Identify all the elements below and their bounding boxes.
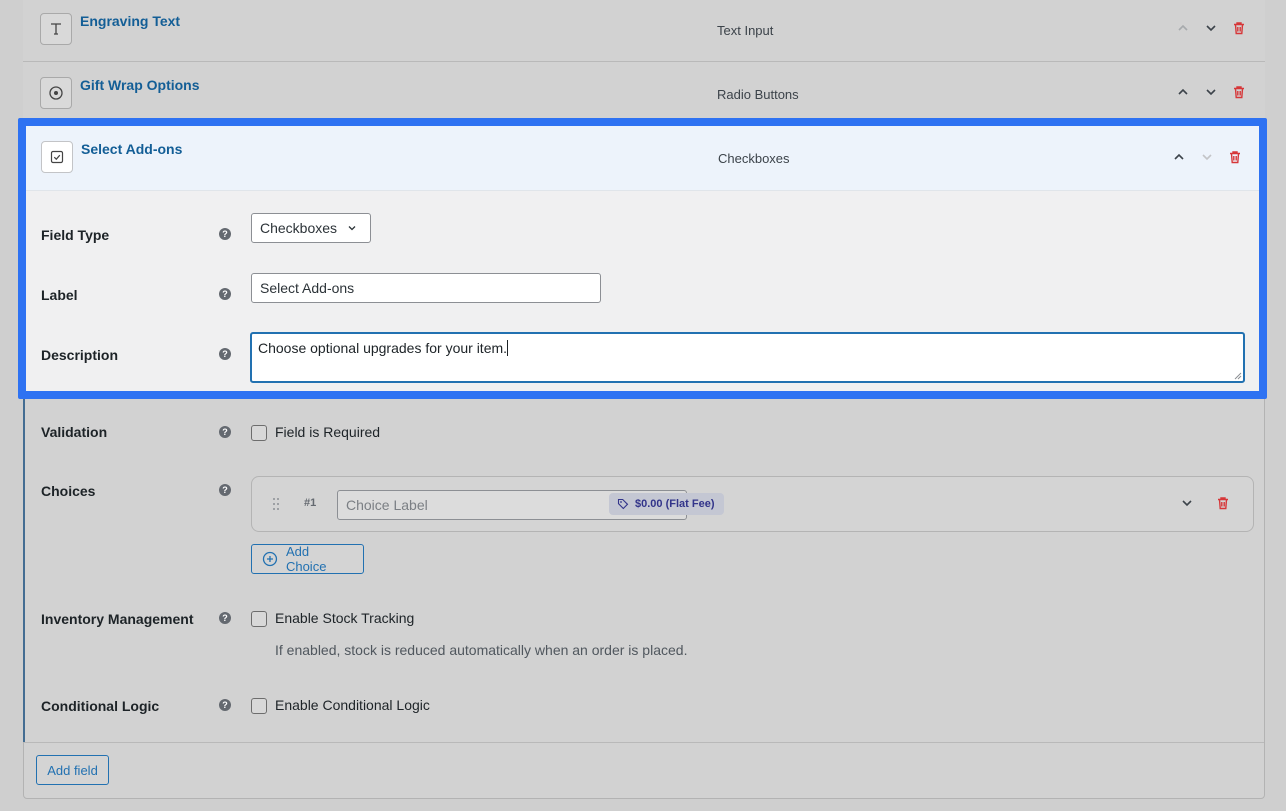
stock-tracking-label[interactable]: Enable Stock Tracking (275, 610, 414, 626)
choice-number: #1 (304, 497, 317, 509)
drag-handle-icon[interactable] (272, 497, 280, 511)
choice-item: #1 Choice Label $0.00 (Flat Fee) (251, 476, 1254, 532)
add-choice-label: Add Choice (285, 544, 327, 574)
field-type-select-value: Checkboxes (260, 220, 338, 236)
active-field-header[interactable]: Select Add-ons Checkboxes (26, 126, 1259, 191)
inventory-label: Inventory Management (41, 611, 194, 627)
description-label: Description (41, 347, 119, 363)
tag-icon (617, 498, 629, 510)
active-field-editor: Select Add-ons Checkboxes Field Type ? C… (18, 118, 1267, 399)
checkbox-icon (41, 141, 73, 173)
field-row-gift-wrap-options[interactable]: Gift Wrap Options Radio Buttons (23, 62, 1265, 126)
label-input[interactable]: Select Add-ons (251, 273, 601, 303)
help-icon[interactable]: ? (219, 612, 231, 624)
text-icon (40, 13, 72, 45)
delete-icon[interactable] (1227, 149, 1243, 165)
help-icon[interactable]: ? (219, 484, 231, 496)
price-badge-text: $0.00 (Flat Fee) (635, 498, 715, 510)
stock-tracking-checkbox[interactable] (251, 611, 267, 627)
choices-label: Choices (41, 483, 96, 499)
field-type-text: Text Input (717, 23, 774, 38)
conditional-logic-toggle-label[interactable]: Enable Conditional Logic (275, 697, 430, 713)
add-field-button[interactable]: Add field (36, 755, 109, 785)
chevron-down-icon (348, 226, 356, 231)
description-textarea[interactable]: Choose optional upgrades for your item. (250, 332, 1245, 383)
delete-icon[interactable] (1231, 84, 1247, 100)
field-type-select[interactable]: Checkboxes (251, 213, 371, 243)
field-title[interactable]: Select Add-ons (81, 141, 182, 157)
description-value: Choose optional upgrades for your item. (258, 340, 508, 356)
radio-icon (40, 77, 72, 109)
footer-bar (24, 742, 1264, 798)
row-actions (1175, 84, 1247, 100)
choice-label-placeholder: Choice Label (346, 497, 428, 513)
help-icon[interactable]: ? (219, 348, 231, 360)
row-actions (1175, 20, 1247, 36)
field-type-text: Checkboxes (718, 151, 790, 166)
help-icon[interactable]: ? (219, 699, 231, 711)
plus-circle-icon (262, 551, 278, 567)
help-icon[interactable]: ? (219, 288, 231, 300)
field-type-label: Field Type (41, 227, 110, 243)
move-up-icon[interactable] (1175, 20, 1191, 36)
required-checkbox[interactable] (251, 425, 267, 441)
text-caret (507, 340, 509, 356)
stock-help-text: If enabled, stock is reduced automatical… (275, 642, 688, 658)
price-badge[interactable]: $0.00 (Flat Fee) (609, 493, 725, 515)
conditional-logic-label: Conditional Logic (41, 698, 160, 714)
label-input-value: Select Add-ons (260, 280, 355, 296)
required-label[interactable]: Field is Required (275, 424, 380, 440)
move-down-icon[interactable] (1203, 84, 1219, 100)
field-row-engraving-text[interactable]: Engraving Text Text Input (23, 0, 1265, 62)
add-field-label: Add field (47, 762, 98, 778)
help-icon[interactable]: ? (219, 228, 231, 240)
delete-icon[interactable] (1231, 20, 1247, 36)
move-up-icon[interactable] (1175, 84, 1191, 100)
expand-chevron-icon[interactable] (1179, 495, 1195, 511)
choice-actions (1179, 495, 1231, 511)
resize-grip-icon[interactable] (1234, 372, 1242, 380)
move-up-icon[interactable] (1171, 149, 1187, 165)
field-type-text: Radio Buttons (717, 87, 799, 102)
help-icon[interactable]: ? (219, 426, 231, 438)
move-down-icon[interactable] (1199, 149, 1215, 165)
label-label: Label (41, 287, 78, 303)
row-actions (1171, 149, 1243, 165)
add-choice-button[interactable]: Add Choice (251, 544, 364, 574)
field-title[interactable]: Gift Wrap Options (80, 77, 200, 93)
field-title[interactable]: Engraving Text (80, 13, 180, 29)
conditional-logic-checkbox[interactable] (251, 698, 267, 714)
move-down-icon[interactable] (1203, 20, 1219, 36)
editor-left-border (23, 399, 25, 742)
validation-label: Validation (41, 424, 108, 440)
delete-choice-icon[interactable] (1215, 495, 1231, 511)
